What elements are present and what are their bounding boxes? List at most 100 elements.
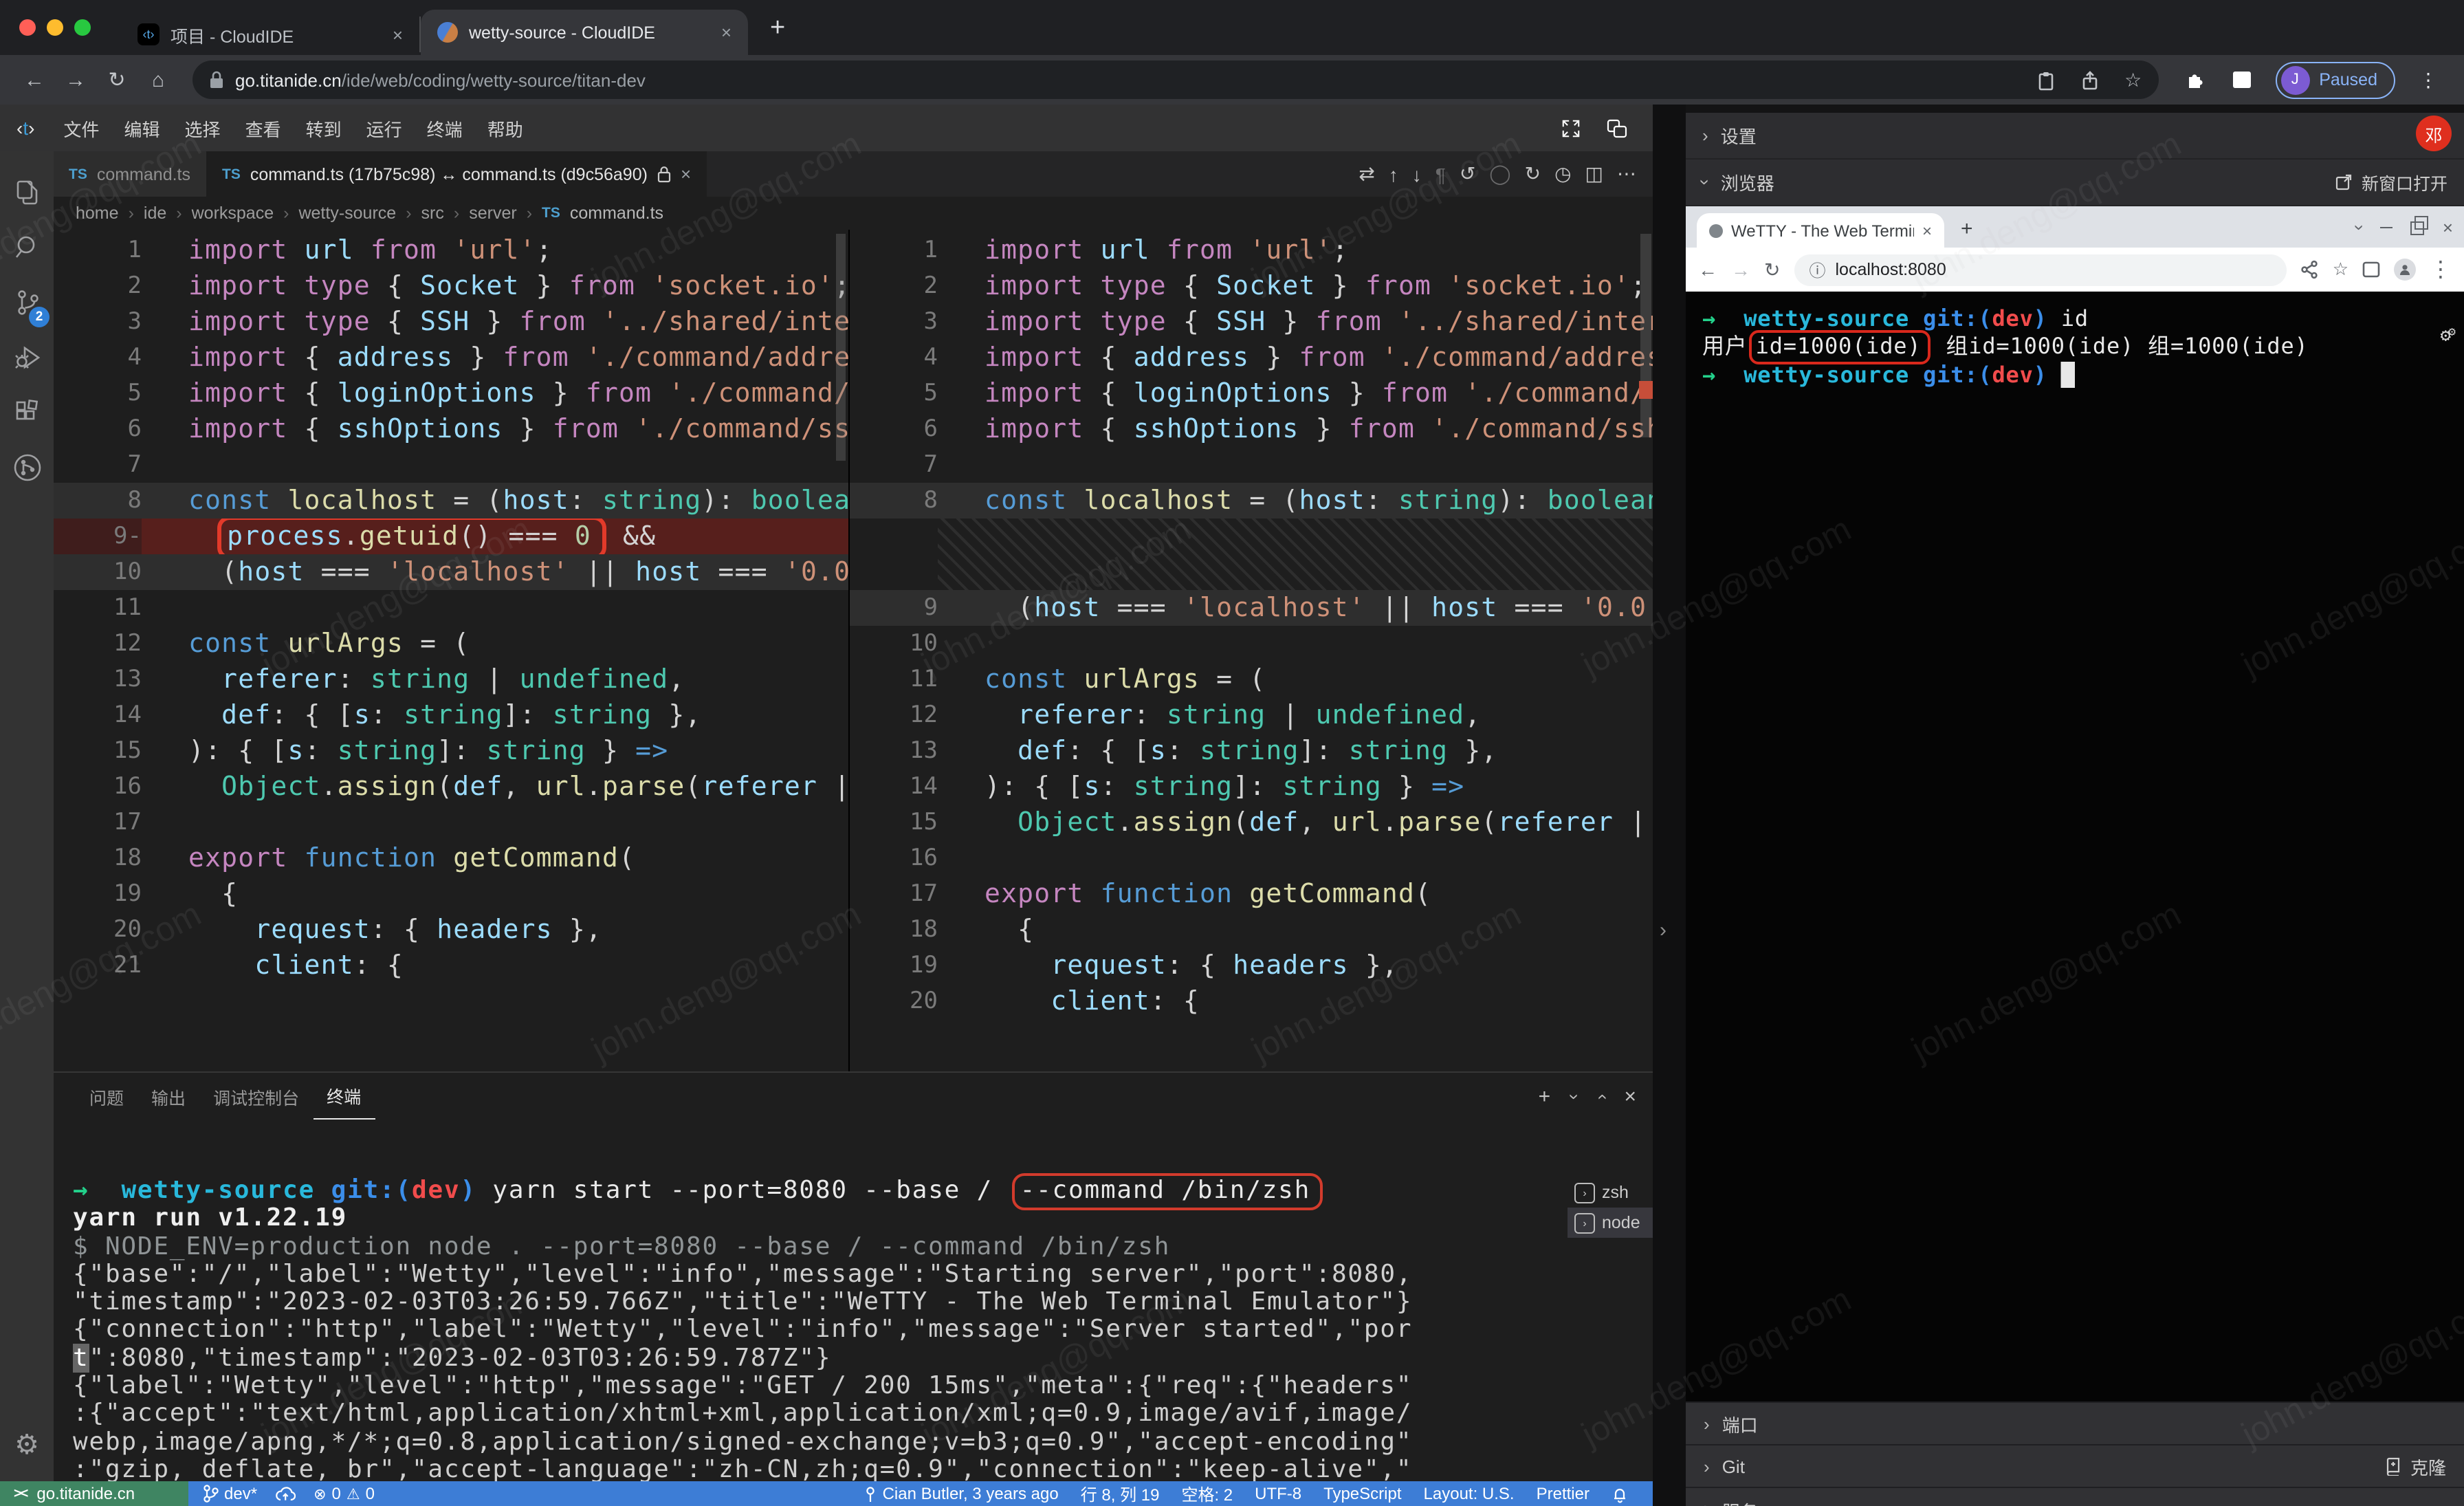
side-panel-icon[interactable] [2231,70,2252,89]
clipboard-icon[interactable] [2036,69,2056,90]
close-window-icon[interactable]: × [2443,217,2453,238]
close-tab-icon[interactable]: × [721,22,732,43]
macos-window-controls[interactable] [0,0,121,55]
user-avatar[interactable]: 邓 [2416,116,2452,151]
settings-gear-icon[interactable]: ⚙ [14,1428,39,1462]
info-icon[interactable]: ⓘ [1809,258,1825,281]
terminal-session-node[interactable]: ›node [1568,1208,1653,1238]
minimize-icon[interactable] [2381,227,2393,228]
close-tab-icon[interactable]: × [1922,221,1932,240]
breadcrumb[interactable]: home›ide›workspace›wetty-source›src›serv… [54,197,1653,230]
menu-item[interactable]: 终端 [415,119,475,140]
restore-window-icon[interactable] [2411,221,2425,234]
cursor-position[interactable]: 行 8, 列 19 [1081,1482,1160,1505]
new-tab-icon[interactable]: + [1961,217,1973,241]
open-new-window-button[interactable]: 新窗口打开 [2335,169,2448,195]
whitespace-icon[interactable]: ¶ [1436,163,1446,185]
panel-tab-输出[interactable]: 输出 [138,1073,199,1120]
remote-indicator[interactable]: >< go.titanide.cn [0,1481,188,1506]
language-mode[interactable]: TypeScript [1323,1484,1401,1503]
layout-icon[interactable] [1606,118,1628,138]
open-file-icon[interactable]: ⇄ [1358,162,1374,186]
scrollbar-left[interactable] [836,234,846,461]
home-icon[interactable]: ⌂ [140,68,176,91]
collapse-panel-chevron-icon[interactable]: › [1660,919,1666,942]
menu-item[interactable]: 编辑 [112,119,173,140]
breadcrumb-item[interactable]: src [421,204,444,223]
breadcrumb-item[interactable]: server [469,204,516,223]
wetty-terminal[interactable]: ⚙⚙ → wetty-source git:(dev) id用户id=1000(… [1686,292,2464,1401]
bookmark-star-icon[interactable]: ☆ [2333,259,2348,281]
panel-tab-终端[interactable]: 终端 [313,1073,375,1120]
minimize-window-icon[interactable] [47,19,63,36]
browser-tab-wetty-source[interactable]: wetty-source - CloudIDE × [421,10,748,55]
breadcrumb-item[interactable]: workspace [192,204,274,223]
run-debug-icon[interactable] [0,330,54,385]
maximize-panel-icon[interactable]: › [1590,1093,1611,1100]
menu-item[interactable]: 文件 [51,119,111,140]
remote-share-icon[interactable] [0,440,54,495]
new-tab-button[interactable]: + [770,14,785,44]
editor-tab-command-ts[interactable]: TS command.ts [54,151,207,197]
terminal-session-zsh[interactable]: ›zsh [1568,1177,1653,1208]
preview-browser-tab[interactable]: WeTTY - The Web Terminal × [1697,213,1944,248]
reload-icon[interactable]: ↻ [1764,258,1780,281]
menu-item[interactable]: 转到 [294,119,354,140]
change-dot-icon[interactable]: ◯ [1489,162,1510,186]
timeline-icon[interactable]: ◷ [1554,162,1571,186]
close-tab-icon[interactable]: × [681,164,691,184]
diff-pane-modified[interactable]: 1import url from 'url';2import type { So… [850,230,1653,1071]
browser-section-header[interactable]: › 浏览器 新窗口打开 [1686,160,2464,206]
side-panel-icon[interactable] [2362,261,2380,278]
menu-item[interactable]: 查看 [233,119,294,140]
close-panel-icon[interactable]: × [1624,1084,1636,1108]
new-terminal-icon[interactable]: + [1539,1084,1551,1108]
breadcrumb-item[interactable]: ide [144,204,166,223]
git-section-header[interactable]: › Git 克隆 [1686,1444,2464,1487]
menu-item[interactable]: 选择 [173,119,233,140]
menu-dots-icon[interactable]: ⋮ [2430,256,2452,283]
breadcrumb-item[interactable]: home [76,204,119,223]
sync-changes-item[interactable] [275,1485,296,1502]
next-diff-file-icon[interactable]: ↓ [1412,163,1422,185]
bookmark-star-icon[interactable]: ☆ [2124,68,2142,91]
previous-diff-file-icon[interactable]: ↑ [1389,163,1398,185]
problems-item[interactable]: ⊗ 0 ⚠ 0 [314,1484,375,1503]
ports-section-header[interactable]: › 端口 [1686,1401,2464,1444]
browser-tab-project[interactable]: ‹t› 项目 - CloudIDE × [121,17,421,52]
diff-pane-original[interactable]: 1import url from 'url';2import type { So… [54,230,850,1071]
menu-item[interactable]: 帮助 [475,119,536,140]
formatter[interactable]: Prettier [1537,1484,1590,1503]
extensions-puzzle-icon[interactable] [2184,69,2206,91]
panel-tab-调试控制台[interactable]: 调试控制台 [199,1073,313,1120]
browser-menu-dots-icon[interactable]: ⋮ [2419,68,2438,91]
terminal-dropdown-icon[interactable]: › [1563,1093,1584,1100]
profile-icon[interactable] [2394,259,2416,281]
more-actions-icon[interactable]: ⋯ [1617,162,1636,186]
wetty-settings-gear-icon[interactable]: ⚙⚙ [2441,319,2454,351]
overview-ruler[interactable] [1639,230,1653,1071]
commit-info-item[interactable]: Cian Butler, 3 years ago [864,1484,1059,1503]
search-icon[interactable] [0,220,54,275]
forward-icon[interactable]: → [58,68,94,91]
encoding[interactable]: UTF-8 [1255,1484,1301,1503]
fullscreen-icon[interactable] [1561,118,1581,138]
reload-icon[interactable]: ↻ [99,67,135,92]
chevron-down-icon[interactable]: › [2349,225,2370,231]
services-section-header[interactable]: › 服务 [1686,1487,2464,1506]
panel-tab-问题[interactable]: 问题 [76,1073,138,1120]
preview-address-bar[interactable]: ⓘ localhost:8080 [1794,254,2287,285]
notifications-bell-icon[interactable] [1612,1485,1628,1503]
share-icon[interactable] [2080,69,2100,90]
zoom-window-icon[interactable] [74,19,91,36]
clone-button[interactable]: 克隆 [2384,1453,2446,1479]
split-editor-icon[interactable]: ◫ [1585,162,1603,186]
indentation[interactable]: 空格: 2 [1181,1482,1233,1505]
git-branch-item[interactable]: dev* [202,1484,257,1503]
scrollbar-right[interactable] [1640,234,1651,437]
breadcrumb-item[interactable]: wetty-source [298,204,396,223]
editor-tab-diff[interactable]: TS command.ts (17b75c98) ↔ command.ts (d… [207,151,706,197]
profile-paused-badge[interactable]: J Paused [2275,61,2395,98]
close-window-icon[interactable] [19,19,36,36]
close-tab-icon[interactable]: × [393,24,403,45]
